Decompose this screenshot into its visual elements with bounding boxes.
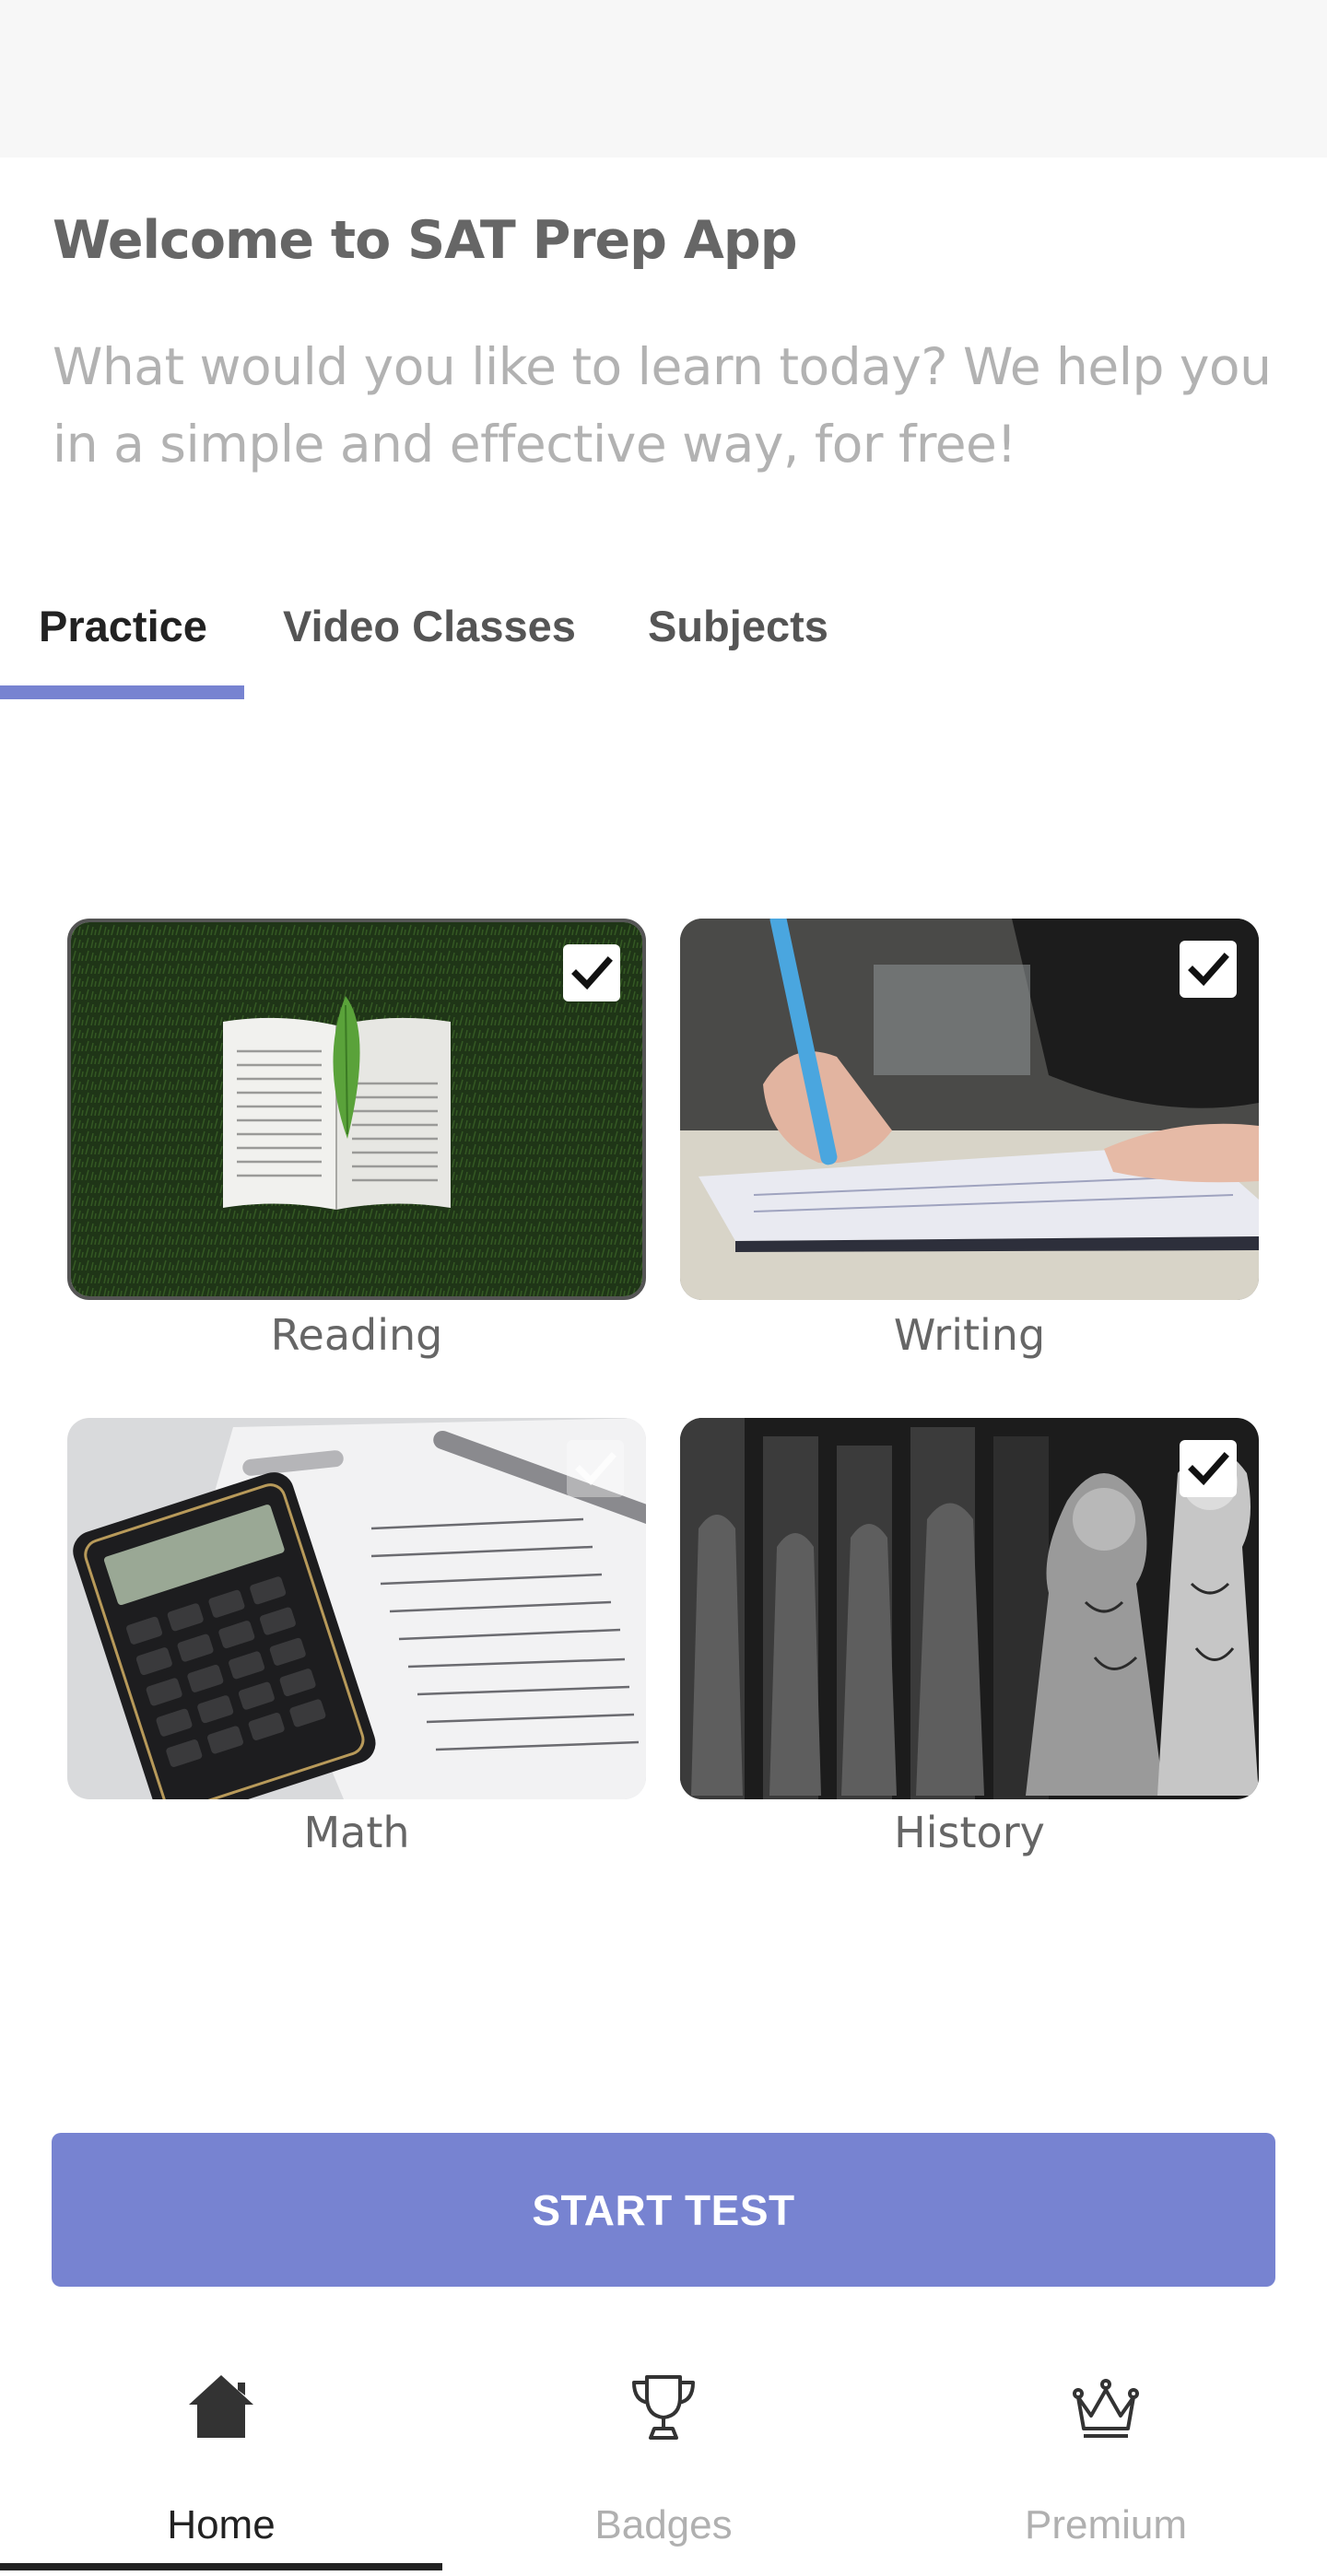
hand-writing-notebook-photo xyxy=(680,919,1259,1300)
statues-photo xyxy=(680,1418,1259,1799)
trophy-icon xyxy=(627,2370,700,2443)
open-book-on-grass-photo xyxy=(71,922,642,1296)
subject-label-writing: Writing xyxy=(893,1310,1046,1360)
status-bar xyxy=(0,0,1327,158)
writing-checkbox[interactable] xyxy=(1180,941,1237,998)
nav-label-premium: Premium xyxy=(1024,2502,1188,2547)
subject-card-math[interactable] xyxy=(67,1418,646,1799)
subject-label-math: Math xyxy=(303,1808,410,1857)
start-test-button[interactable]: START TEST xyxy=(52,2133,1275,2287)
subject-card-writing[interactable] xyxy=(680,919,1259,1300)
tab-subjects[interactable]: Subjects xyxy=(648,601,828,651)
math-checkbox[interactable] xyxy=(567,1440,624,1497)
subject-label-history: History xyxy=(894,1808,1045,1857)
home-icon xyxy=(184,2370,258,2443)
active-nav-indicator xyxy=(0,2563,442,2570)
nav-label-badges: Badges xyxy=(594,2502,733,2547)
bottom-nav: Home Badges Premium xyxy=(0,2322,1327,2576)
tab-bar: Practice Video Classes Subjects xyxy=(0,580,1327,702)
reading-checkbox[interactable] xyxy=(563,944,620,1001)
subject-card-reading[interactable] xyxy=(67,919,646,1300)
tab-practice[interactable]: Practice xyxy=(39,601,207,651)
nav-item-badges[interactable]: Badges xyxy=(442,2322,885,2576)
subject-card-history[interactable] xyxy=(680,1418,1259,1799)
page-title: Welcome to SAT Prep App xyxy=(53,210,798,271)
nav-label-home: Home xyxy=(167,2502,276,2547)
page-subtitle: What would you like to learn today? We h… xyxy=(53,337,1272,474)
crown-icon xyxy=(1069,2370,1143,2443)
calculator-and-papers-photo xyxy=(67,1418,646,1799)
history-checkbox[interactable] xyxy=(1180,1440,1237,1497)
active-tab-indicator xyxy=(0,685,244,699)
nav-item-home[interactable]: Home xyxy=(0,2322,442,2576)
subject-label-reading: Reading xyxy=(270,1310,443,1360)
nav-item-premium[interactable]: Premium xyxy=(885,2322,1327,2576)
tab-video-classes[interactable]: Video Classes xyxy=(283,601,576,651)
